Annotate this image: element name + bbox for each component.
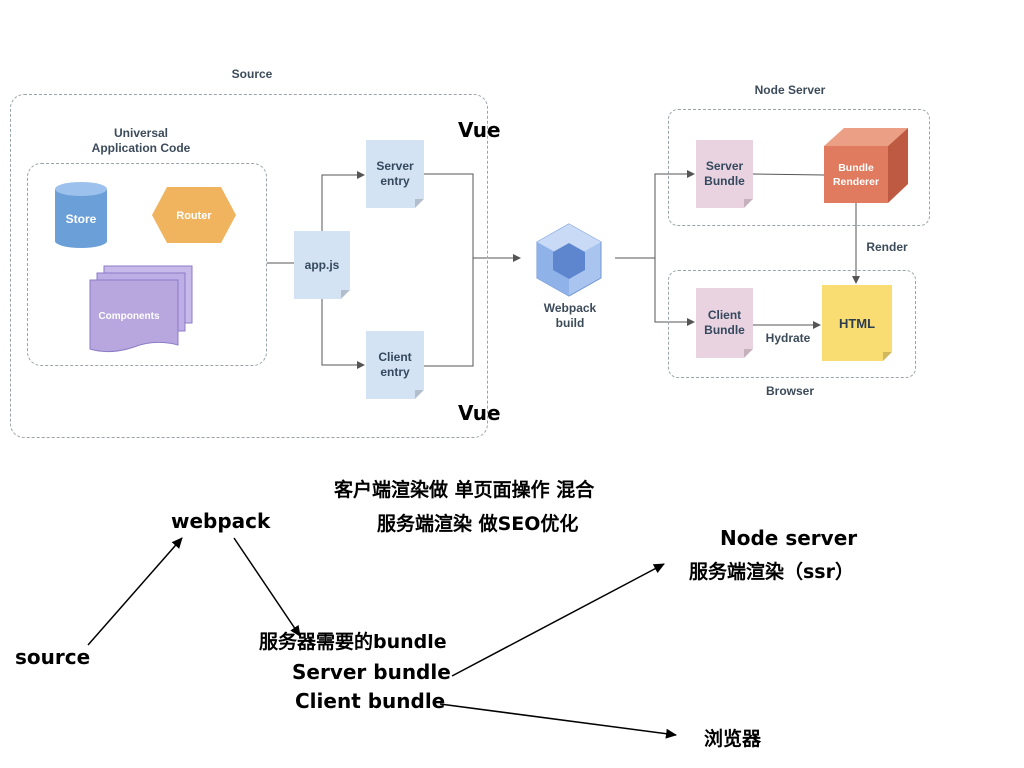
note-source: source bbox=[15, 645, 91, 669]
arrow-source-webpack bbox=[87, 537, 183, 646]
note-browser: 浏览器 bbox=[704, 728, 762, 750]
note-client-bundle: Client bundle bbox=[295, 689, 446, 713]
note-webpack: webpack bbox=[171, 509, 271, 533]
server-bundle-file: Server Bundle bbox=[696, 140, 753, 208]
note-node-server: Node server bbox=[720, 526, 858, 550]
bundle-renderer-label: Bundle Renderer bbox=[832, 162, 880, 188]
client-bundle-file: Client Bundle bbox=[696, 288, 753, 358]
webpack-build-label: Webpack build bbox=[543, 301, 597, 330]
vue-bottom-label: Vue bbox=[458, 401, 501, 425]
universal-app-code-label: Universal Application Code bbox=[91, 126, 191, 155]
arrow-webpack-bundle bbox=[233, 537, 301, 637]
vue-top-label: Vue bbox=[458, 118, 501, 142]
html-file: HTML bbox=[822, 285, 892, 361]
client-entry-file: Client entry bbox=[366, 331, 424, 399]
arrow-server-bundle-node bbox=[451, 563, 665, 677]
components-icon: Components bbox=[89, 265, 193, 353]
render-label: Render bbox=[866, 240, 908, 254]
note-server-render: 服务端渲染 做SEO优化 bbox=[377, 513, 579, 535]
router-label: Router bbox=[176, 210, 212, 222]
store-label: Store bbox=[66, 212, 97, 226]
note-ssr: 服务端渲染（ssr） bbox=[689, 561, 854, 583]
hydrate-label: Hydrate bbox=[765, 331, 811, 345]
note-client-render: 客户端渲染做 单页面操作 混合 bbox=[334, 479, 595, 501]
source-group-label: Source bbox=[231, 67, 273, 81]
note-server-bundle: Server bundle bbox=[292, 660, 451, 684]
store-icon: Store bbox=[55, 182, 107, 248]
webpack-cube-icon bbox=[536, 223, 602, 297]
browser-group-label: Browser bbox=[765, 384, 815, 398]
arrow-client-bundle-browser bbox=[439, 703, 677, 739]
app-js-file: app.js bbox=[294, 231, 350, 299]
server-entry-file: Server entry bbox=[366, 140, 424, 208]
components-label: Components bbox=[98, 311, 160, 322]
node-server-group-label: Node Server bbox=[754, 83, 826, 97]
router-icon: Router bbox=[152, 187, 236, 243]
note-server-needs-bundle: 服务器需要的bundle bbox=[259, 631, 447, 653]
